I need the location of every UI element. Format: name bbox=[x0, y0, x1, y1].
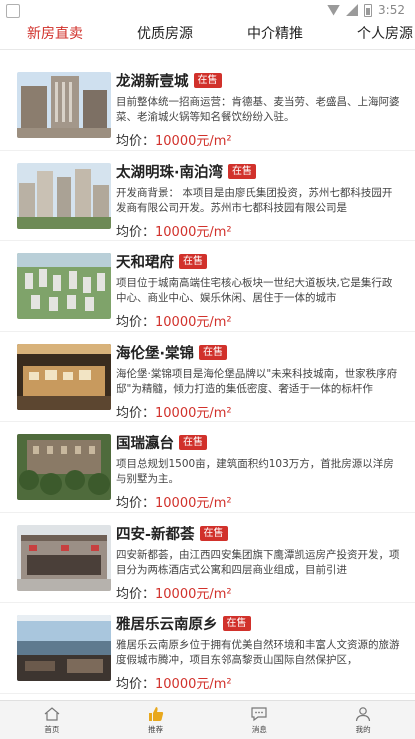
property-photo bbox=[17, 72, 111, 138]
list-item[interactable]: 太湖明珠·南泊湾 在售 开发商背景： 本项目是由廖氏集团投资，苏州七都科技园开发… bbox=[0, 151, 415, 241]
list-item[interactable]: 龙湖新壹城 在售 目前整体统一招商运营：肯德基、麦当劳、老盛昌、上海阿婆菜、老渝… bbox=[0, 60, 415, 151]
price-value: 10000元/m² bbox=[155, 405, 232, 421]
nav-recommend-label: 推荐 bbox=[148, 725, 164, 734]
property-title: 太湖明珠·南泊湾 bbox=[116, 164, 224, 181]
price-row: 均价：10000元/m² bbox=[116, 402, 232, 421]
property-description: 开发商背景： 本项目是由廖氏集团投资，苏州七都科技园开发商有限公司开发。苏州市七… bbox=[116, 186, 393, 214]
property-description: 目前整体统一招商运营：肯德基、麦当劳、老盛昌、上海阿婆菜、老渝城火锅等知名餐饮纷… bbox=[116, 96, 400, 123]
property-description: 四安新都荟，由江西四安集团旗下鹰潭凯运房产投资开发，项目分为两栋酒店式公寓和四层… bbox=[116, 548, 400, 576]
list-item[interactable]: 天和珺府 在售 项目位于城南高端住宅核心板块一世纪大道板块,它是集行政中心、商业… bbox=[0, 241, 415, 332]
status-icons: 3:52 bbox=[327, 3, 405, 17]
property-description: 海伦堡·棠锦项目是海伦堡品牌以"未来科技城南，世家秩序府邸"为精髓，倾力打造的集… bbox=[116, 367, 398, 395]
status-badge: 在售 bbox=[179, 254, 207, 269]
price-label: 均价： bbox=[116, 224, 156, 240]
property-title: 国瑞瀛台 bbox=[116, 436, 174, 452]
price-label: 均价： bbox=[116, 586, 156, 602]
price-label: 均价： bbox=[116, 134, 156, 149]
property-description: 项目位于城南高端住宅核心板块一世纪大道板块,它是集行政中心、商业中心、娱乐休闲、… bbox=[116, 277, 393, 304]
price-value: 10000元/m² bbox=[155, 586, 232, 602]
property-description: 雅居乐云南原乡位于拥有优美自然环境和丰富人文资源的旅游度假城市腾冲，项目东邻高黎… bbox=[116, 639, 400, 666]
property-photo bbox=[17, 524, 111, 591]
list-item[interactable]: 雅居乐云南原乡 在售 雅居乐云南原乡位于拥有优美自然环境和丰富人文资源的旅游度假… bbox=[0, 603, 415, 694]
nav-recommend[interactable]: 推荐 bbox=[104, 701, 208, 739]
notification-icon bbox=[6, 4, 20, 18]
price-row: 均价：10000元/m² bbox=[116, 583, 232, 602]
tab-personal-listings[interactable]: 个人房源 bbox=[330, 22, 415, 49]
price-row: 均价：10000元/m² bbox=[116, 492, 232, 511]
message-icon bbox=[251, 707, 267, 722]
status-bar: 3:52 bbox=[0, 0, 415, 22]
price-row: 均价：10000元/m² bbox=[116, 221, 232, 240]
user-icon bbox=[356, 707, 371, 722]
property-photo bbox=[17, 434, 111, 500]
list-item[interactable]: 四安-新都荟 在售 四安新都荟，由江西四安集团旗下鹰潭凯运房产投资开发，项目分为… bbox=[0, 513, 415, 603]
price-label: 均价： bbox=[116, 677, 156, 692]
status-badge: 在售 bbox=[193, 73, 222, 88]
property-photo bbox=[17, 253, 111, 319]
property-photo bbox=[17, 343, 111, 410]
signal-icon bbox=[346, 4, 359, 16]
price-value: 10000元/m² bbox=[155, 496, 232, 511]
property-photo bbox=[17, 162, 111, 229]
status-badge: 在售 bbox=[179, 435, 207, 450]
property-title: 四安-新都荟 bbox=[116, 526, 195, 543]
tab-new-homes[interactable]: 新房直卖 bbox=[0, 22, 110, 49]
home-icon bbox=[44, 707, 60, 721]
nav-home-label: 首页 bbox=[44, 725, 60, 734]
property-photo bbox=[17, 615, 111, 681]
listing-list: 龙湖新壹城 在售 目前整体统一招商运营：肯德基、麦当劳、老盛昌、上海阿婆菜、老渝… bbox=[0, 60, 415, 694]
price-value: 10000元/m² bbox=[155, 677, 232, 692]
property-title: 雅居乐云南原乡 bbox=[116, 617, 218, 633]
thumbs-up-icon bbox=[148, 707, 163, 721]
bottom-nav: 首页 推荐 消息 我的 bbox=[0, 700, 415, 739]
price-value: 10000元/m² bbox=[155, 224, 232, 240]
nav-home[interactable]: 首页 bbox=[0, 701, 104, 739]
status-badge: 在售 bbox=[199, 344, 228, 360]
status-badge: 在售 bbox=[199, 525, 228, 541]
price-row: 均价：10000元/m² bbox=[116, 311, 232, 330]
list-item[interactable]: 国瑞瀛台 在售 项目总规划1500亩，建筑面积约103万方，首批房源以洋房与别墅… bbox=[0, 422, 415, 513]
divider bbox=[0, 692, 415, 694]
price-label: 均价： bbox=[116, 315, 156, 330]
property-description: 项目总规划1500亩，建筑面积约103万方，首批房源以洋房与别墅为主。 bbox=[116, 458, 394, 485]
property-title: 龙湖新壹城 bbox=[116, 74, 189, 90]
tab-agent-picks[interactable]: 中介精推 bbox=[220, 22, 330, 49]
status-badge: 在售 bbox=[222, 616, 251, 631]
property-title: 海伦堡·棠锦 bbox=[116, 345, 195, 362]
price-label: 均价： bbox=[116, 405, 156, 421]
status-time: 3:52 bbox=[378, 3, 405, 17]
nav-profile-label: 我的 bbox=[355, 725, 371, 734]
price-value: 10000元/m² bbox=[155, 315, 232, 330]
property-title: 天和珺府 bbox=[116, 255, 174, 271]
nav-messages-label: 消息 bbox=[251, 725, 267, 734]
price-row: 均价：10000元/m² bbox=[116, 130, 232, 149]
tab-quality-listings[interactable]: 优质房源 bbox=[110, 22, 220, 49]
price-label: 均价： bbox=[116, 496, 156, 511]
battery-icon bbox=[364, 3, 373, 17]
price-value: 10000元/m² bbox=[155, 134, 232, 149]
price-row: 均价：10000元/m² bbox=[116, 673, 232, 692]
nav-profile[interactable]: 我的 bbox=[311, 701, 415, 739]
list-item[interactable]: 海伦堡·棠锦 在售 海伦堡·棠锦项目是海伦堡品牌以"未来科技城南，世家秩序府邸"… bbox=[0, 332, 415, 422]
wifi-icon bbox=[327, 4, 341, 16]
status-badge: 在售 bbox=[228, 163, 257, 179]
nav-messages[interactable]: 消息 bbox=[208, 701, 312, 739]
category-tabs: 新房直卖 优质房源 中介精推 个人房源 bbox=[0, 22, 415, 50]
